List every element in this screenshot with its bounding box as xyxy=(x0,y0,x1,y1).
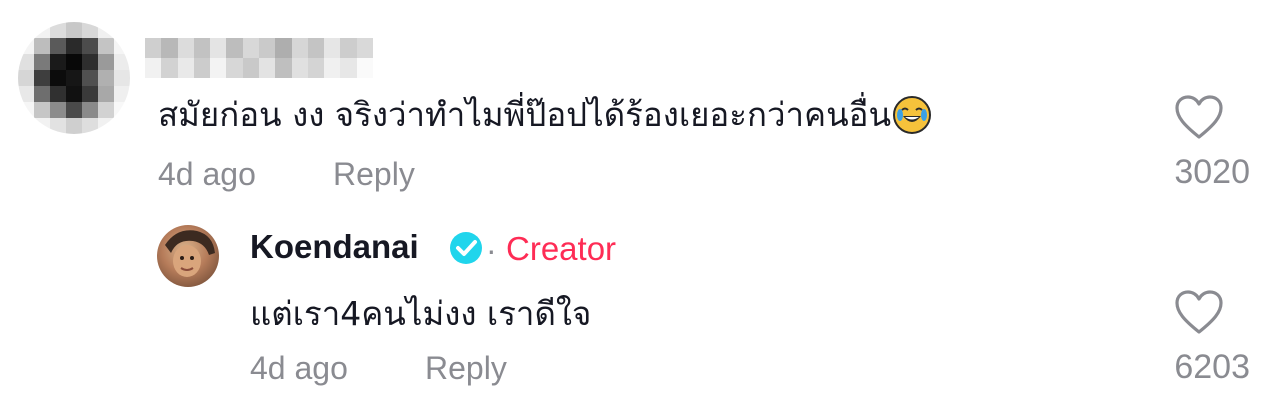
creator-badge: Creator xyxy=(506,230,617,267)
creator-avatar[interactable] xyxy=(157,225,219,287)
comment-reply-button[interactable]: Reply xyxy=(333,156,415,193)
verified-badge-icon xyxy=(448,230,484,266)
commenter-username-pixelated[interactable] xyxy=(145,38,373,78)
face-with-tears-of-joy-icon xyxy=(893,95,932,134)
heart-outline-icon xyxy=(1175,95,1223,139)
reply-timestamp: 4d ago xyxy=(250,350,348,386)
reply-like-button[interactable] xyxy=(1174,290,1224,336)
creator-username[interactable]: Koendanai xyxy=(250,228,419,266)
reply-text: แต่เรา4คนไม่งง เราดีใจ xyxy=(250,294,592,333)
badge-separator: · xyxy=(486,232,497,268)
comment-like-button[interactable] xyxy=(1174,95,1224,141)
comment-timestamp: 4d ago xyxy=(158,156,256,192)
comment-text: สมัยก่อน งง จริงว่าทำไมพี่ป๊อปได้ร้องเยอ… xyxy=(158,88,932,141)
commenter-avatar-pixelated[interactable] xyxy=(18,22,130,134)
comment-like-count: 3020 xyxy=(1174,153,1250,191)
reply-reply-button[interactable]: Reply xyxy=(425,350,507,387)
reply-like-count: 6203 xyxy=(1174,348,1250,386)
heart-outline-icon xyxy=(1175,290,1223,334)
